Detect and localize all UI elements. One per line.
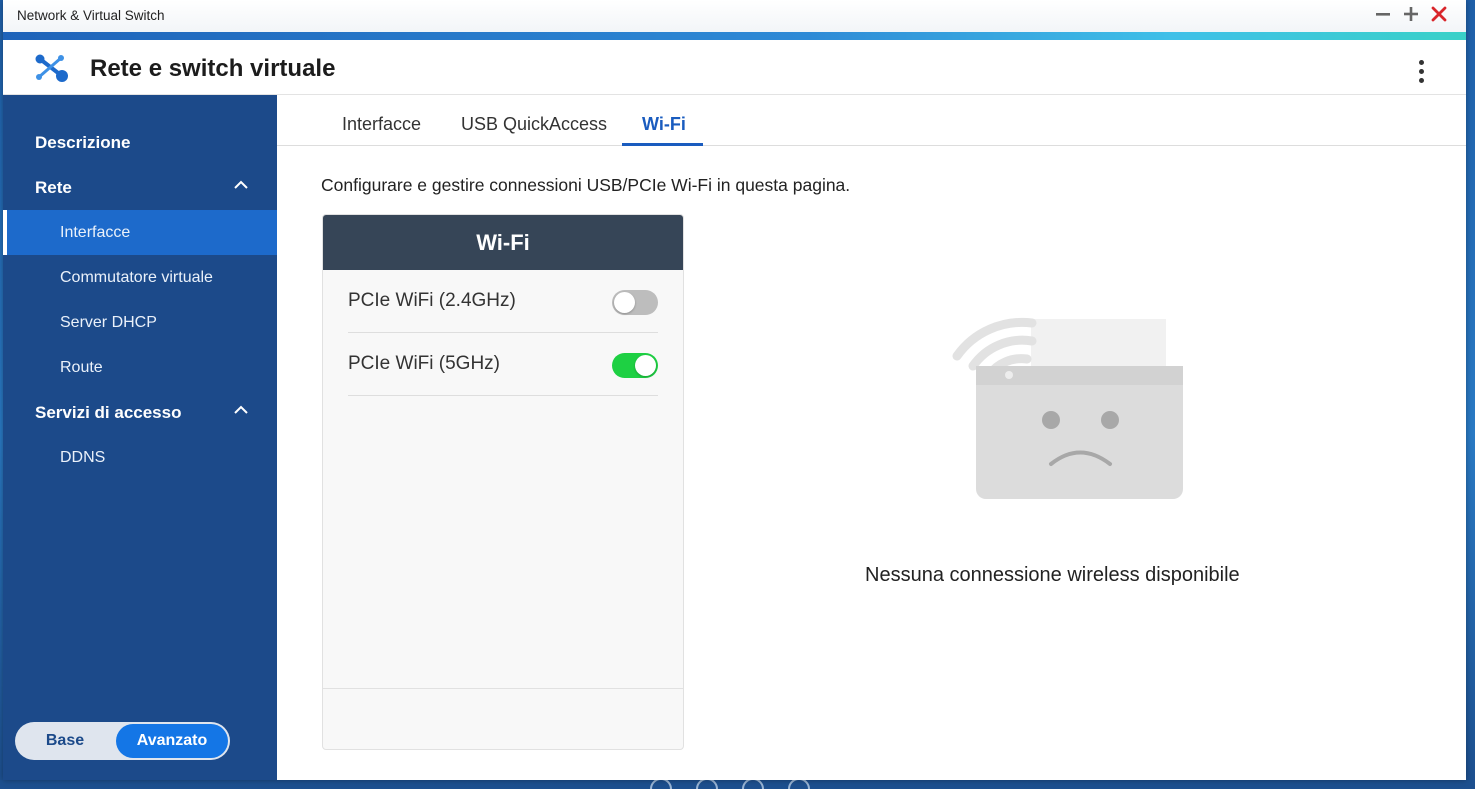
active-tab-indicator <box>622 143 703 146</box>
sidebar-item-label: DDNS <box>60 448 106 466</box>
wifi-adapter-row[interactable]: PCIe WiFi (2.4GHz) <box>348 270 658 333</box>
tab-usb-quickaccess[interactable]: USB QuickAccess <box>461 114 607 135</box>
main-content: Interfacce USB QuickAccess Wi-Fi Configu… <box>277 95 1466 780</box>
page-description: Configurare e gestire connessioni USB/PC… <box>321 175 851 195</box>
sidebar-item-server-dhcp[interactable]: Server DHCP <box>3 300 277 345</box>
app-title: Rete e switch virtuale <box>90 55 336 82</box>
sidebar: Descrizione Rete Interfacce Commutatore … <box>3 95 277 780</box>
sidebar-item-label: Interfacce <box>60 223 131 241</box>
app-header: Rete e switch virtuale <box>3 40 1466 95</box>
tab-interfacce[interactable]: Interfacce <box>342 114 421 135</box>
sidebar-item-commutatore-virtuale[interactable]: Commutatore virtuale <box>3 255 277 300</box>
sidebar-item-ddns[interactable]: DDNS <box>3 435 277 480</box>
sidebar-item-label: Servizi di accesso <box>35 402 182 422</box>
wifi-panel-title: Wi-Fi <box>323 215 683 270</box>
sidebar-item-label: Descrizione <box>35 132 131 152</box>
tab-wifi[interactable]: Wi-Fi <box>642 114 686 135</box>
wifi-24ghz-toggle[interactable] <box>612 290 658 315</box>
maximize-icon[interactable] <box>1402 5 1420 23</box>
chevron-up-icon[interactable] <box>233 180 249 190</box>
no-wireless-sad-router-icon <box>952 317 1183 499</box>
mode-advanced-button[interactable]: Avanzato <box>116 724 228 758</box>
sidebar-item-label: Commutatore virtuale <box>60 268 213 286</box>
sidebar-item-label: Server DHCP <box>60 313 157 331</box>
wifi-5ghz-toggle[interactable] <box>612 353 658 378</box>
chevron-up-icon[interactable] <box>233 405 249 415</box>
tab-bar: Interfacce USB QuickAccess Wi-Fi <box>277 95 1466 146</box>
sidebar-item-route[interactable]: Route <box>3 345 277 390</box>
sidebar-item-descrizione[interactable]: Descrizione <box>3 120 277 165</box>
mode-toggle: Base Avanzato <box>15 722 230 760</box>
close-icon[interactable] <box>1430 5 1448 23</box>
wifi-adapter-row[interactable]: PCIe WiFi (5GHz) <box>348 333 658 396</box>
empty-state-message: Nessuna connessione wireless disponibile <box>865 564 1240 586</box>
app-window: Network & Virtual Switch Rete e switch v… <box>3 0 1466 780</box>
window-title: Network & Virtual Switch <box>17 8 165 23</box>
more-options-icon[interactable] <box>1419 60 1424 83</box>
sidebar-item-servizi-di-accesso[interactable]: Servizi di accesso <box>3 390 277 435</box>
window-titlebar[interactable]: Network & Virtual Switch <box>3 0 1466 40</box>
wifi-adapter-label: PCIe WiFi (5GHz) <box>348 353 500 374</box>
network-switch-logo-icon <box>35 54 68 82</box>
mode-base-button[interactable]: Base <box>15 732 115 750</box>
wifi-adapter-label: PCIe WiFi (2.4GHz) <box>348 290 516 311</box>
window-controls <box>1374 5 1448 23</box>
wifi-adapter-panel: Wi-Fi PCIe WiFi (2.4GHz) PCIe WiFi (5GHz… <box>322 214 684 750</box>
wifi-panel-footer <box>323 688 683 749</box>
sidebar-item-interfacce[interactable]: Interfacce <box>3 210 277 255</box>
sidebar-item-label: Rete <box>35 177 72 197</box>
minimize-icon[interactable] <box>1374 5 1392 23</box>
titlebar-accent-strip <box>3 32 1466 40</box>
sidebar-item-label: Route <box>60 358 103 376</box>
sidebar-item-rete[interactable]: Rete <box>3 165 277 210</box>
